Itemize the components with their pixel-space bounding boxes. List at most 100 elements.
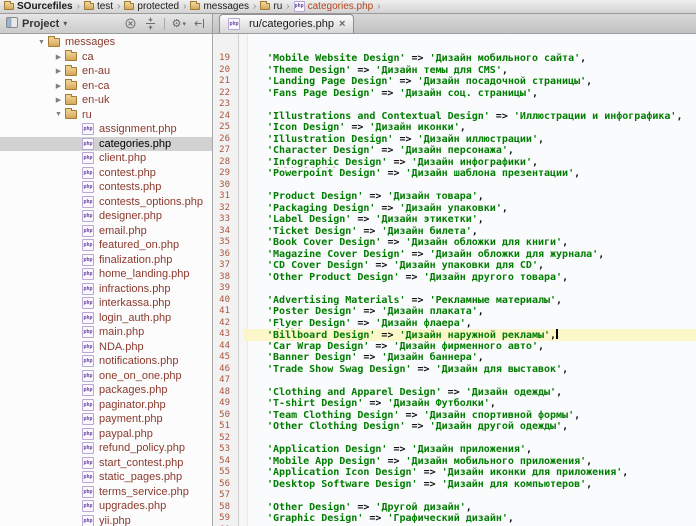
tree-item-main-php[interactable]: php main.php bbox=[0, 325, 212, 340]
breadcrumb-item[interactable]: php categories.php bbox=[293, 1, 373, 12]
code-line-39[interactable]: 39 bbox=[213, 283, 696, 295]
code-line-59[interactable]: 59 'Graphic Design' => 'Графический дизай… bbox=[213, 513, 696, 525]
code-line-28[interactable]: 28 'Infographic Design' => 'Дизайн инфогр… bbox=[213, 157, 696, 169]
code-line-41[interactable]: 41 'Poster Design' => 'Дизайн плаката', bbox=[213, 306, 696, 318]
code-line-31[interactable]: 31 'Product Design' => 'Дизайн товара', bbox=[213, 191, 696, 203]
tree-item-notifications-php[interactable]: php notifications.php bbox=[0, 354, 212, 369]
tree-item-en-au[interactable]: ▶ en-au bbox=[0, 64, 212, 79]
code-line-50[interactable]: 50 'Team Clothing Design' => 'Дизайн спор… bbox=[213, 410, 696, 422]
code-line-33[interactable]: 33 'Label Design' => 'Дизайн этикетки', bbox=[213, 214, 696, 226]
tree-item-nda-php[interactable]: php NDA.php bbox=[0, 340, 212, 355]
code-line-19[interactable]: 19 'Mobile Website Design' => 'Дизайн моб… bbox=[213, 53, 696, 65]
tree-item-en-ca[interactable]: ▶ en-ca bbox=[0, 79, 212, 94]
tree-item-one-on-one-php[interactable]: php one_on_one.php bbox=[0, 369, 212, 384]
code-line-49[interactable]: 49 'T-shirt Design' => 'Дизайн Футболки', bbox=[213, 398, 696, 410]
code-line-58[interactable]: 58 'Other Design' => 'Другой дизайн', bbox=[213, 502, 696, 514]
code-line-51[interactable]: 51 'Other Clothing Design' => 'Дизайн дру… bbox=[213, 421, 696, 433]
expand-arrow-icon[interactable]: ▶ bbox=[52, 67, 65, 75]
code-line-52[interactable]: 52 bbox=[213, 433, 696, 445]
tree-item-payment-php[interactable]: php payment.php bbox=[0, 412, 212, 427]
code-line-38[interactable]: 38 'Other Product Design' => 'Дизайн друг… bbox=[213, 272, 696, 284]
code-line-43[interactable]: 43 'Billboard Design' => 'Дизайн наружной… bbox=[213, 329, 696, 341]
tree-item-ca[interactable]: ▶ ca bbox=[0, 50, 212, 65]
tree-item-featured-on-php[interactable]: php featured_on.php bbox=[0, 238, 212, 253]
code-line-44[interactable]: 44 'Car Wrap Design' => 'Дизайн фирменног… bbox=[213, 341, 696, 353]
breadcrumb-item[interactable]: test bbox=[83, 1, 113, 12]
code-line-27[interactable]: 27 'Character Design' => 'Дизайн персонаж… bbox=[213, 145, 696, 157]
code-line-26[interactable]: 26 'Illustration Design' => 'Дизайн иллюс… bbox=[213, 134, 696, 146]
breadcrumb-item[interactable]: protected bbox=[124, 1, 179, 12]
tree-item-messages[interactable]: ▼ messages bbox=[0, 35, 212, 50]
code-line-40[interactable]: 40 'Advertising Materials' => 'Рекламные … bbox=[213, 295, 696, 307]
tree-item-paginator-php[interactable]: php paginator.php bbox=[0, 398, 212, 413]
tree-item-start-contest-php[interactable]: php start_contest.php bbox=[0, 456, 212, 471]
code-line-23[interactable]: 23 bbox=[213, 99, 696, 111]
tree-item-contest-php[interactable]: php contest.php bbox=[0, 166, 212, 181]
code-line-30[interactable]: 30 bbox=[213, 180, 696, 192]
code-line-29[interactable]: 29 'Powerpoint Design' => 'Дизайн шаблона… bbox=[213, 168, 696, 180]
tree-item-contests-php[interactable]: php contests.php bbox=[0, 180, 212, 195]
code-editor[interactable]: 19 'Mobile Website Design' => 'Дизайн моб… bbox=[213, 34, 696, 526]
tree-item-assignment-php[interactable]: php assignment.php bbox=[0, 122, 212, 137]
tree-item-finalization-php[interactable]: php finalization.php bbox=[0, 253, 212, 268]
tree-item-upgrades-php[interactable]: php upgrades.php bbox=[0, 499, 212, 514]
code-text: 'Graphic Design' => 'Графический дизайн'… bbox=[243, 513, 696, 525]
tree-item-refund-policy-php[interactable]: php refund_policy.php bbox=[0, 441, 212, 456]
tree-item-interkassa-php[interactable]: php interkassa.php bbox=[0, 296, 212, 311]
code-line-48[interactable]: 48 'Clothing and Apparel Design' => 'Диза… bbox=[213, 387, 696, 399]
tree-item-client-php[interactable]: php client.php bbox=[0, 151, 212, 166]
tree-item-static-pages-php[interactable]: php static_pages.php bbox=[0, 470, 212, 485]
tree-item-email-php[interactable]: php email.php bbox=[0, 224, 212, 239]
code-line-36[interactable]: 36 'Magazine Cover Design' => 'Дизайн обл… bbox=[213, 249, 696, 261]
code-line-22[interactable]: 22 'Fans Page Design' => 'Дизайн соц. стр… bbox=[213, 88, 696, 100]
tree-item-categories-php[interactable]: php categories.php bbox=[0, 136, 212, 151]
collapse-arrow-icon[interactable]: ▼ bbox=[52, 111, 65, 118]
code-line-35[interactable]: 35 'Book Cover Design' => 'Дизайн обложки… bbox=[213, 237, 696, 249]
code-line-24[interactable]: 24 'Illustrations and Contextual Design' … bbox=[213, 111, 696, 123]
expand-arrow-icon[interactable]: ▶ bbox=[52, 96, 65, 104]
tree-item-designer-php[interactable]: php designer.php bbox=[0, 209, 212, 224]
code-line-56[interactable]: 56 'Desktop Software Design' => 'Дизайн д… bbox=[213, 479, 696, 491]
settings-gear-icon[interactable]: ⚙ ▾ bbox=[172, 17, 186, 30]
tree-item-yii-php[interactable]: php yii.php bbox=[0, 514, 212, 526]
locate-file-icon[interactable] bbox=[124, 17, 137, 30]
code-line-45[interactable]: 45 'Banner Design' => 'Дизайн баннера', bbox=[213, 352, 696, 364]
code-line-55[interactable]: 55 'Application Icon Design' => 'Дизайн и… bbox=[213, 467, 696, 479]
code-line-46[interactable]: 46 'Trade Show Swag Design' => 'Дизайн дл… bbox=[213, 364, 696, 376]
code-line-57[interactable]: 57 bbox=[213, 490, 696, 502]
tree-item-infractions-php[interactable]: php infractions.php bbox=[0, 282, 212, 297]
code-line-34[interactable]: 34 'Ticket Design' => 'Дизайн билета', bbox=[213, 226, 696, 238]
code-text: 'Landing Page Design' => 'Дизайн посадоч… bbox=[243, 76, 696, 88]
tab-close-icon[interactable]: × bbox=[339, 18, 345, 30]
project-panel-title[interactable]: Project bbox=[22, 18, 59, 30]
code-line-32[interactable]: 32 'Packaging Design' => 'Дизайн упаковки… bbox=[213, 203, 696, 215]
code-line-54[interactable]: 54 'Mobile App Design' => 'Дизайн мобильн… bbox=[213, 456, 696, 468]
breadcrumb-item[interactable]: messages bbox=[190, 1, 249, 12]
collapse-all-icon[interactable] bbox=[144, 17, 157, 30]
tree-item-packages-php[interactable]: php packages.php bbox=[0, 383, 212, 398]
code-line-47[interactable]: 47 bbox=[213, 375, 696, 387]
tree-item-login-auth-php[interactable]: php login_auth.php bbox=[0, 311, 212, 326]
tree-item-paypal-php[interactable]: php paypal.php bbox=[0, 427, 212, 442]
expand-arrow-icon[interactable]: ▶ bbox=[52, 53, 65, 61]
code-line-25[interactable]: 25 'Icon Design' => 'Дизайн иконки', bbox=[213, 122, 696, 134]
code-line-37[interactable]: 37 'CD Cover Design' => 'Дизайн упаковки … bbox=[213, 260, 696, 272]
tree-item-terms-service-php[interactable]: php terms_service.php bbox=[0, 485, 212, 500]
hide-panel-icon[interactable] bbox=[193, 17, 206, 30]
value-text: Дизайн товара bbox=[393, 191, 472, 202]
code-line-53[interactable]: 53 'Application Design' => 'Дизайн прилож… bbox=[213, 444, 696, 456]
code-line-42[interactable]: 42 'Flyer Design' => 'Дизайн флаера', bbox=[213, 318, 696, 330]
tree-item-home-landing-php[interactable]: php home_landing.php bbox=[0, 267, 212, 282]
code-line-20[interactable]: 20 'Theme Design' => 'Дизайн темы для CMS… bbox=[213, 65, 696, 77]
tree-item-en-uk[interactable]: ▶ en-uk bbox=[0, 93, 212, 108]
collapse-arrow-icon[interactable]: ▼ bbox=[35, 39, 48, 46]
breadcrumb-item[interactable]: ru bbox=[260, 1, 282, 12]
project-panel-dropdown-icon[interactable]: ▾ bbox=[63, 19, 67, 28]
tree-item-ru[interactable]: ▼ ru bbox=[0, 108, 212, 123]
tab-ru-categories-php[interactable]: php ru/categories.php × bbox=[219, 14, 355, 33]
tree-item-contests-options-php[interactable]: php contests_options.php bbox=[0, 195, 212, 210]
expand-arrow-icon[interactable]: ▶ bbox=[52, 82, 65, 90]
breadcrumb-item[interactable]: SOurcefiles bbox=[4, 1, 73, 12]
code-line-21[interactable]: 21 'Landing Page Design' => 'Дизайн посад… bbox=[213, 76, 696, 88]
